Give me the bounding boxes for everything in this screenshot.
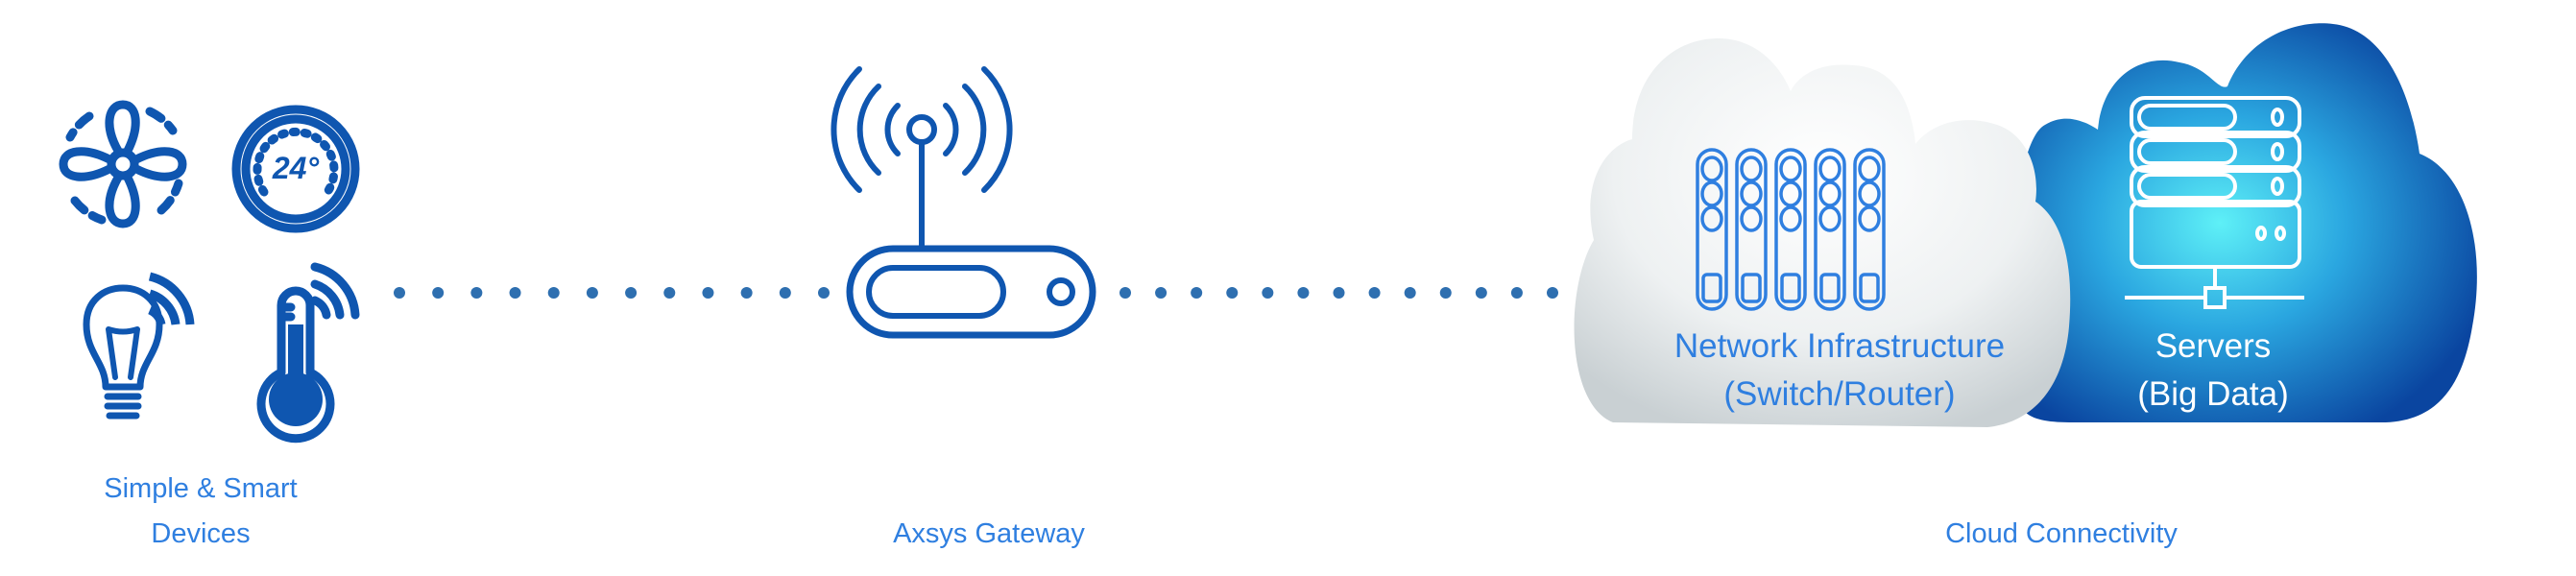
connection-dot (547, 287, 560, 299)
iot-architecture-diagram: 24° Simple & Smart Devices Axsys Gateway (59, 23, 2477, 549)
connection-dot (1333, 287, 1345, 299)
thermostat-reading: 24° (272, 151, 320, 185)
connection-dot (394, 287, 405, 299)
smart-thermometer-icon (256, 262, 360, 444)
smart-bulb-icon (83, 272, 195, 420)
connection-dot (586, 287, 598, 299)
connection-dot (818, 287, 830, 299)
network-label-line2: (Switch/Router) (1723, 375, 1955, 413)
connection-dot (1297, 287, 1310, 299)
connection-dot (1475, 287, 1487, 299)
connection-dot (1547, 287, 1558, 299)
connection-dot (1191, 287, 1203, 299)
connection-dot (779, 287, 791, 299)
cloud-group: Network Infrastructure (Switch/Router) S… (1574, 23, 2477, 427)
connection-dots-devices-gateway (394, 287, 830, 299)
wireless-router-icon (831, 66, 1096, 339)
servers-label-line2: (Big Data) (2137, 375, 2289, 413)
connection-dot (470, 287, 483, 299)
connection-dot (1155, 287, 1168, 299)
devices-label-line1: Simple & Smart (104, 473, 297, 504)
connection-dot (1226, 287, 1239, 299)
connection-dot (1119, 287, 1131, 299)
gateway-label: Axsys Gateway (893, 518, 1085, 549)
connection-dot (740, 287, 753, 299)
connection-dot (432, 287, 445, 299)
devices-label-line2: Devices (151, 518, 250, 549)
cloud-label: Cloud Connectivity (1945, 518, 2178, 549)
devices-group: 24° Simple & Smart Devices (59, 100, 360, 549)
connection-dot (1262, 287, 1274, 299)
connection-dot (663, 287, 676, 299)
network-cloud (1574, 38, 2071, 427)
connection-dot (1368, 287, 1381, 299)
connection-dot (1439, 287, 1452, 299)
fan-icon (59, 100, 187, 228)
connection-dot (625, 287, 638, 299)
thermostat-icon: 24° (231, 105, 360, 233)
connection-dot (1510, 287, 1523, 299)
connection-dot (509, 287, 521, 299)
connection-dot (1404, 287, 1416, 299)
connection-dot (702, 287, 714, 299)
network-label-line1: Network Infrastructure (1674, 327, 2005, 365)
servers-label-line1: Servers (2155, 327, 2272, 365)
connection-dots-gateway-cloud (1119, 287, 1558, 299)
